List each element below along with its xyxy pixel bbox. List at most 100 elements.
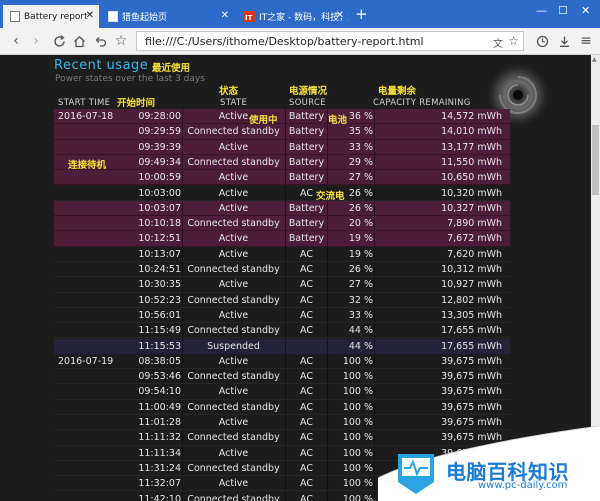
cell-source: AC	[300, 493, 313, 501]
ithome-logo-icon: IT	[244, 11, 255, 22]
column-divider	[182, 231, 183, 246]
maximize-icon[interactable]: ☐	[558, 4, 568, 17]
address-bar: ‹ › ☆ file:///C:/Users/ithome/Desktop/ba…	[0, 28, 600, 55]
cell-time: 11:00:49	[138, 401, 181, 413]
column-divider	[374, 323, 375, 338]
column-divider	[374, 460, 375, 476]
column-divider	[285, 415, 286, 430]
minimize-icon[interactable]: —	[536, 4, 547, 17]
column-divider	[182, 430, 183, 445]
cell-percent: 35 %	[348, 126, 373, 138]
cell-capacity: 39,675 mWh	[441, 401, 502, 413]
cell-source: AC	[300, 355, 313, 367]
cell-time: 10:56:01	[138, 309, 181, 321]
close-tab-icon[interactable]: ✕	[221, 10, 229, 21]
cell-time: 09:49:34	[138, 156, 181, 168]
column-divider	[374, 491, 375, 501]
column-divider	[374, 476, 375, 491]
column-divider	[327, 154, 328, 170]
column-divider	[182, 399, 183, 414]
table-row: 09:29:59 Connected standby Battery 35 % 14,0…	[54, 124, 510, 140]
cell-percent: 20 %	[348, 218, 373, 230]
cell-time: 11:01:28	[138, 417, 181, 428]
undo-icon[interactable]	[92, 33, 108, 49]
column-divider	[374, 277, 375, 292]
translate-icon[interactable]: 文	[493, 35, 503, 50]
column-divider	[285, 491, 286, 501]
cell-percent: 33 %	[348, 309, 373, 321]
cell-source: AC	[300, 371, 313, 383]
column-divider	[182, 323, 183, 338]
column-divider	[327, 124, 328, 139]
table-row: 10:13:07 Active AC 19 % 7,620 mWh	[54, 246, 510, 262]
url-field[interactable]: file:///C:/Users/ithome/Desktop/battery-…	[136, 31, 524, 51]
tab-battery-report[interactable]: Battery report ✕	[3, 5, 99, 28]
cell-state: Active	[218, 202, 249, 214]
cell-source: Battery	[288, 111, 325, 122]
cell-percent: 27 %	[348, 279, 373, 291]
column-divider	[182, 476, 183, 491]
cell-time: 11:31:24	[138, 462, 181, 474]
cell-state: Connected standby	[187, 432, 280, 444]
close-tab-icon[interactable]: ✕	[336, 10, 344, 21]
header-state: STATE	[220, 98, 248, 108]
cell-state: Active	[218, 447, 249, 459]
cell-date: 2016-07-19	[58, 355, 114, 367]
new-tab-icon[interactable]: +	[355, 7, 368, 22]
scrollbar-thumb[interactable]	[592, 125, 599, 195]
column-divider	[285, 430, 286, 445]
table-row: 11:15:53 Suspended 44 % 17,655 mWh	[54, 338, 510, 354]
table-row: 10:10:18 Connected standby Battery 20 % 7,89…	[54, 216, 510, 232]
refresh-icon[interactable]	[51, 33, 67, 49]
cell-source: AC	[300, 447, 313, 459]
cell-state: Connected standby	[187, 294, 280, 306]
cell-capacity: 13,305 mWh	[441, 309, 502, 321]
column-divider	[285, 154, 286, 170]
cell-state: Active	[218, 187, 249, 199]
cell-percent: 44 %	[348, 325, 373, 337]
column-divider	[285, 216, 286, 231]
column-divider	[182, 292, 183, 307]
cell-state: Active	[218, 355, 249, 367]
column-divider	[182, 246, 183, 261]
tab-start-page[interactable]: 猎鱼起始页 ✕	[101, 5, 234, 28]
star-icon[interactable]: ☆	[113, 33, 129, 49]
menu-icon[interactable]: ≡	[578, 33, 594, 49]
history-icon[interactable]	[534, 33, 550, 49]
cell-time: 11:15:49	[138, 325, 181, 337]
cell-time: 10:30:35	[138, 279, 181, 291]
table-row: 09:53:46 Connected standby AC 100 % 39,675 m…	[54, 369, 510, 385]
cell-state: Connected standby	[187, 462, 280, 474]
column-divider	[327, 292, 328, 307]
back-icon[interactable]: ‹	[8, 33, 24, 49]
cell-source: AC	[300, 386, 313, 398]
cell-source: AC	[300, 264, 313, 275]
cell-source: AC	[300, 309, 313, 321]
column-divider	[327, 323, 328, 338]
cell-time: 11:42:10	[138, 493, 181, 501]
scroll-up-icon[interactable]: ▲	[592, 56, 597, 63]
column-divider	[285, 476, 286, 491]
column-divider	[285, 246, 286, 261]
close-tab-icon[interactable]: ✕	[86, 10, 94, 21]
cell-percent: 100 %	[342, 401, 373, 413]
close-window-icon[interactable]: ✕	[581, 4, 590, 17]
home-icon[interactable]	[71, 33, 87, 49]
column-divider	[182, 415, 183, 430]
forward-icon[interactable]: ›	[28, 33, 44, 49]
tab-ithome[interactable]: IT IT之家 - 数码，科技，生 ✕	[238, 5, 349, 28]
cell-time: 09:29:59	[138, 126, 181, 138]
bookmark-icon[interactable]: ☆	[508, 34, 519, 48]
cell-source: Battery	[288, 218, 325, 230]
column-divider	[327, 216, 328, 231]
tab-title: Battery report	[24, 11, 88, 22]
table-row: 11:15:49 Connected standby AC 44 % 17,655 mW…	[54, 323, 510, 339]
cell-capacity: 12,802 mWh	[441, 294, 502, 306]
column-divider	[374, 124, 375, 139]
column-divider	[327, 384, 328, 399]
column-divider	[374, 445, 375, 460]
annotation-battery: 电池	[328, 115, 348, 126]
column-divider	[182, 200, 183, 216]
download-icon[interactable]	[556, 33, 572, 49]
column-divider	[182, 338, 183, 354]
